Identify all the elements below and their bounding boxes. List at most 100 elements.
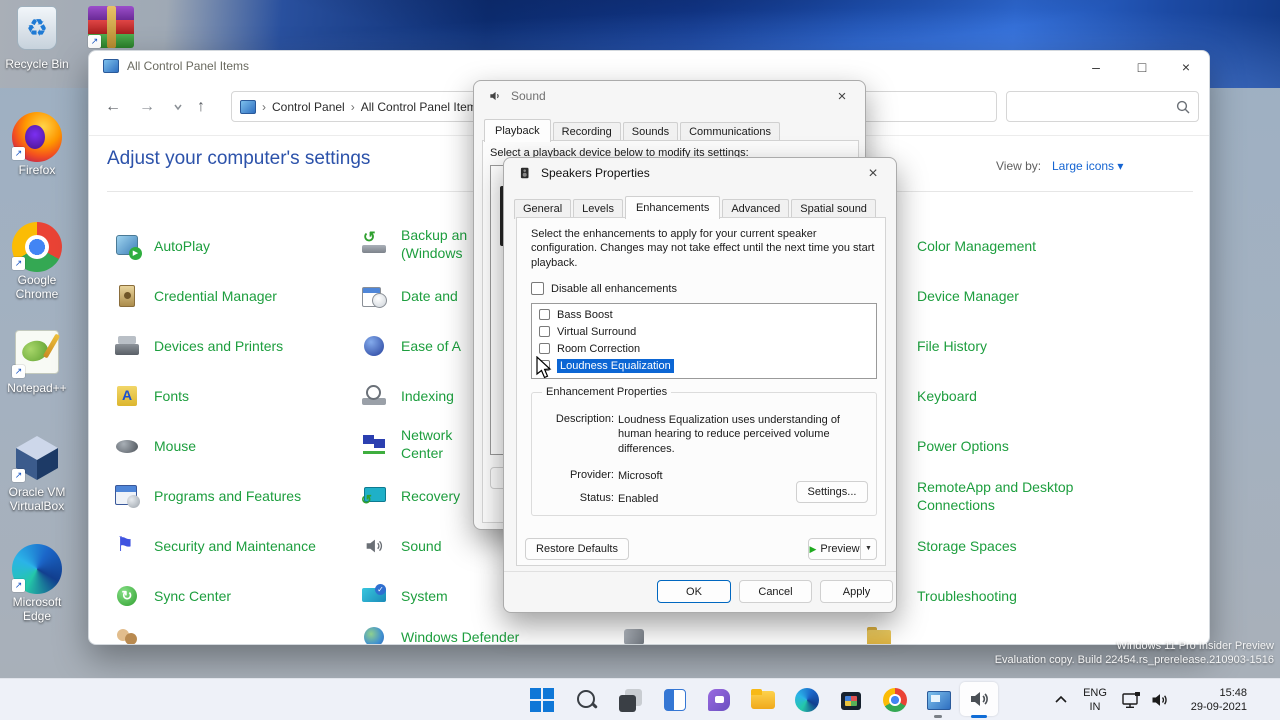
breadcrumb-current[interactable]: All Control Panel Items bbox=[361, 100, 483, 114]
recent-locations-chevron[interactable] bbox=[173, 99, 183, 120]
tab-general[interactable]: General bbox=[514, 199, 572, 219]
cp-item-fonts[interactable]: Fonts bbox=[114, 383, 189, 409]
apply-button[interactable]: Apply bbox=[820, 580, 893, 603]
room-correction-checkbox[interactable] bbox=[539, 343, 550, 354]
cp-item-recovery[interactable]: Recovery bbox=[361, 483, 460, 509]
desktop-icon-virtualbox[interactable]: ↗ Oracle VM VirtualBox bbox=[0, 434, 74, 514]
recovery-icon bbox=[361, 484, 387, 508]
cp-item-autoplay[interactable]: AutoPlay bbox=[114, 233, 210, 260]
chat-icon[interactable] bbox=[706, 687, 732, 713]
network-icon[interactable] bbox=[1122, 691, 1142, 714]
task-view-icon[interactable] bbox=[618, 687, 644, 713]
enhancement-label: Bass Boost bbox=[557, 308, 613, 321]
enhancement-properties-title: Enhancement Properties bbox=[542, 386, 672, 398]
breadcrumb-icon bbox=[240, 99, 256, 114]
provider-label: Provider: bbox=[569, 469, 614, 481]
desktop-icon-chrome[interactable]: ↗ Google Chrome bbox=[0, 222, 74, 302]
tab-spatial-sound[interactable]: Spatial sound bbox=[791, 199, 876, 219]
cp-item-date-time[interactable]: Date and bbox=[361, 283, 458, 309]
desktop-icon-firefox[interactable]: ↗ Firefox bbox=[0, 112, 74, 178]
widgets-icon[interactable] bbox=[662, 687, 688, 713]
minimize-button[interactable]: – bbox=[1081, 57, 1111, 77]
cp-item-programs-features[interactable]: Programs and Features bbox=[114, 483, 301, 509]
page-title: Adjust your computer's settings bbox=[107, 148, 371, 169]
breadcrumb-control-panel[interactable]: Control Panel bbox=[272, 100, 345, 114]
disable-all-label: Disable all enhancements bbox=[551, 282, 677, 295]
volume-icon[interactable] bbox=[1150, 691, 1170, 714]
tab-advanced[interactable]: Advanced bbox=[722, 199, 790, 219]
enhancement-label: Room Correction bbox=[557, 342, 641, 355]
preview-button[interactable]: ▶ Preview ▼ bbox=[808, 538, 877, 560]
edge-taskbar-icon[interactable] bbox=[794, 687, 820, 713]
microsoft-store-icon[interactable] bbox=[838, 687, 864, 713]
desktop-icon-edge[interactable]: ↗ Microsoft Edge bbox=[0, 544, 74, 624]
maximize-button[interactable]: □ bbox=[1127, 57, 1157, 77]
clock[interactable]: 15:48 29-09-2021 bbox=[1183, 686, 1247, 715]
preview-dropdown-arrow[interactable]: ▼ bbox=[860, 539, 876, 559]
search-box[interactable] bbox=[1006, 91, 1199, 122]
cp-item-security-maintenance[interactable]: Security and Maintenance bbox=[114, 532, 316, 559]
close-icon[interactable]: × bbox=[829, 86, 855, 108]
bass-boost-checkbox[interactable] bbox=[539, 309, 550, 320]
cp-item-remoteapp[interactable]: RemoteApp and Desktop Connections bbox=[866, 476, 1073, 516]
desktop-icon-recycle-bin[interactable]: ♻ Recycle Bin bbox=[0, 6, 74, 72]
ok-button[interactable]: OK bbox=[657, 580, 731, 603]
tab-recording[interactable]: Recording bbox=[552, 122, 621, 142]
cp-item-sound[interactable]: Sound bbox=[361, 533, 441, 559]
cp-item-system[interactable]: System bbox=[361, 583, 448, 609]
cancel-button[interactable]: Cancel bbox=[739, 580, 812, 603]
tab-sounds[interactable]: Sounds bbox=[622, 122, 679, 142]
view-by-dropdown[interactable]: Large icons ▾ bbox=[1052, 159, 1123, 173]
enhancement-row-virtual-surround[interactable]: Virtual Surround bbox=[532, 323, 876, 340]
shortcut-arrow-icon: ↗ bbox=[12, 147, 25, 160]
cp-item-windows-tools-partial[interactable] bbox=[621, 624, 647, 644]
tab-communications[interactable]: Communications bbox=[680, 122, 781, 142]
disable-all-enhancements-row[interactable]: Disable all enhancements bbox=[531, 282, 677, 295]
cp-item-mouse[interactable]: Mouse bbox=[114, 433, 196, 459]
desktop-icon-notepadpp[interactable]: ↗ Notepad++ bbox=[0, 330, 74, 396]
enhancement-properties-group: Enhancement Properties Description: Loud… bbox=[531, 386, 877, 516]
sound-taskbar-icon[interactable] bbox=[967, 687, 993, 713]
tab-enhancements[interactable]: Enhancements bbox=[624, 196, 721, 219]
enhancement-row-bass-boost[interactable]: Bass Boost bbox=[532, 306, 876, 323]
taskbar-search-icon[interactable] bbox=[574, 687, 600, 713]
enhancement-row-room-correction[interactable]: Room Correction bbox=[532, 340, 876, 357]
close-button[interactable]: × bbox=[1171, 57, 1201, 77]
programs-icon bbox=[114, 484, 140, 508]
cp-item-network-sharing[interactable]: Network Center bbox=[361, 424, 452, 464]
desktop-icon-winrar[interactable]: ↗ bbox=[88, 6, 134, 48]
cp-item-ease-of-access[interactable]: Ease of A bbox=[361, 333, 461, 359]
restore-defaults-button[interactable]: Restore Defaults bbox=[525, 538, 629, 560]
start-button[interactable] bbox=[529, 687, 555, 713]
up-button[interactable]: ↑ bbox=[197, 98, 205, 116]
tray-chevron-icon[interactable] bbox=[1054, 693, 1068, 711]
cp-item-windows-defender[interactable]: Windows Defender bbox=[361, 624, 519, 644]
search-input[interactable] bbox=[1013, 95, 1168, 118]
virtual-surround-checkbox[interactable] bbox=[539, 326, 550, 337]
sound-dialog-title-area: Sound bbox=[488, 89, 546, 103]
enhancements-intro-text: Select the enhancements to apply for you… bbox=[531, 228, 875, 269]
control-panel-taskbar-icon[interactable] bbox=[925, 687, 951, 713]
file-explorer-icon[interactable] bbox=[750, 687, 776, 713]
shortcut-arrow-icon: ↗ bbox=[12, 365, 25, 378]
cp-item-indexing-options[interactable]: Indexing bbox=[361, 383, 454, 409]
forward-button[interactable]: → bbox=[139, 98, 155, 116]
back-button[interactable]: ← bbox=[105, 98, 121, 116]
chrome-taskbar-icon[interactable] bbox=[882, 687, 908, 713]
enhancements-list[interactable]: Bass Boost Virtual Surround Room Correct… bbox=[531, 303, 877, 379]
cp-item-credential-manager[interactable]: Credential Manager bbox=[114, 283, 277, 309]
language-indicator[interactable]: ENG IN bbox=[1080, 686, 1110, 715]
cp-item-work-folders-partial[interactable] bbox=[866, 624, 892, 644]
shortcut-arrow-icon: ↗ bbox=[12, 469, 25, 482]
close-icon[interactable]: × bbox=[860, 163, 886, 185]
cp-item-sync-center[interactable]: Sync Center bbox=[114, 583, 231, 609]
tab-levels[interactable]: Levels bbox=[573, 199, 623, 219]
cp-item-user-accounts-partial[interactable] bbox=[114, 624, 140, 644]
enhancement-row-loudness-equalization[interactable]: Loudness Equalization bbox=[532, 357, 876, 374]
tab-playback[interactable]: Playback bbox=[484, 119, 551, 142]
settings-button[interactable]: Settings... bbox=[796, 481, 868, 503]
cp-item-devices-printers[interactable]: Devices and Printers bbox=[114, 333, 283, 359]
disable-all-checkbox[interactable] bbox=[531, 282, 544, 295]
cp-item-backup-restore[interactable]: Backup an (Windows bbox=[361, 224, 467, 264]
calendar-clock-icon bbox=[361, 284, 387, 308]
